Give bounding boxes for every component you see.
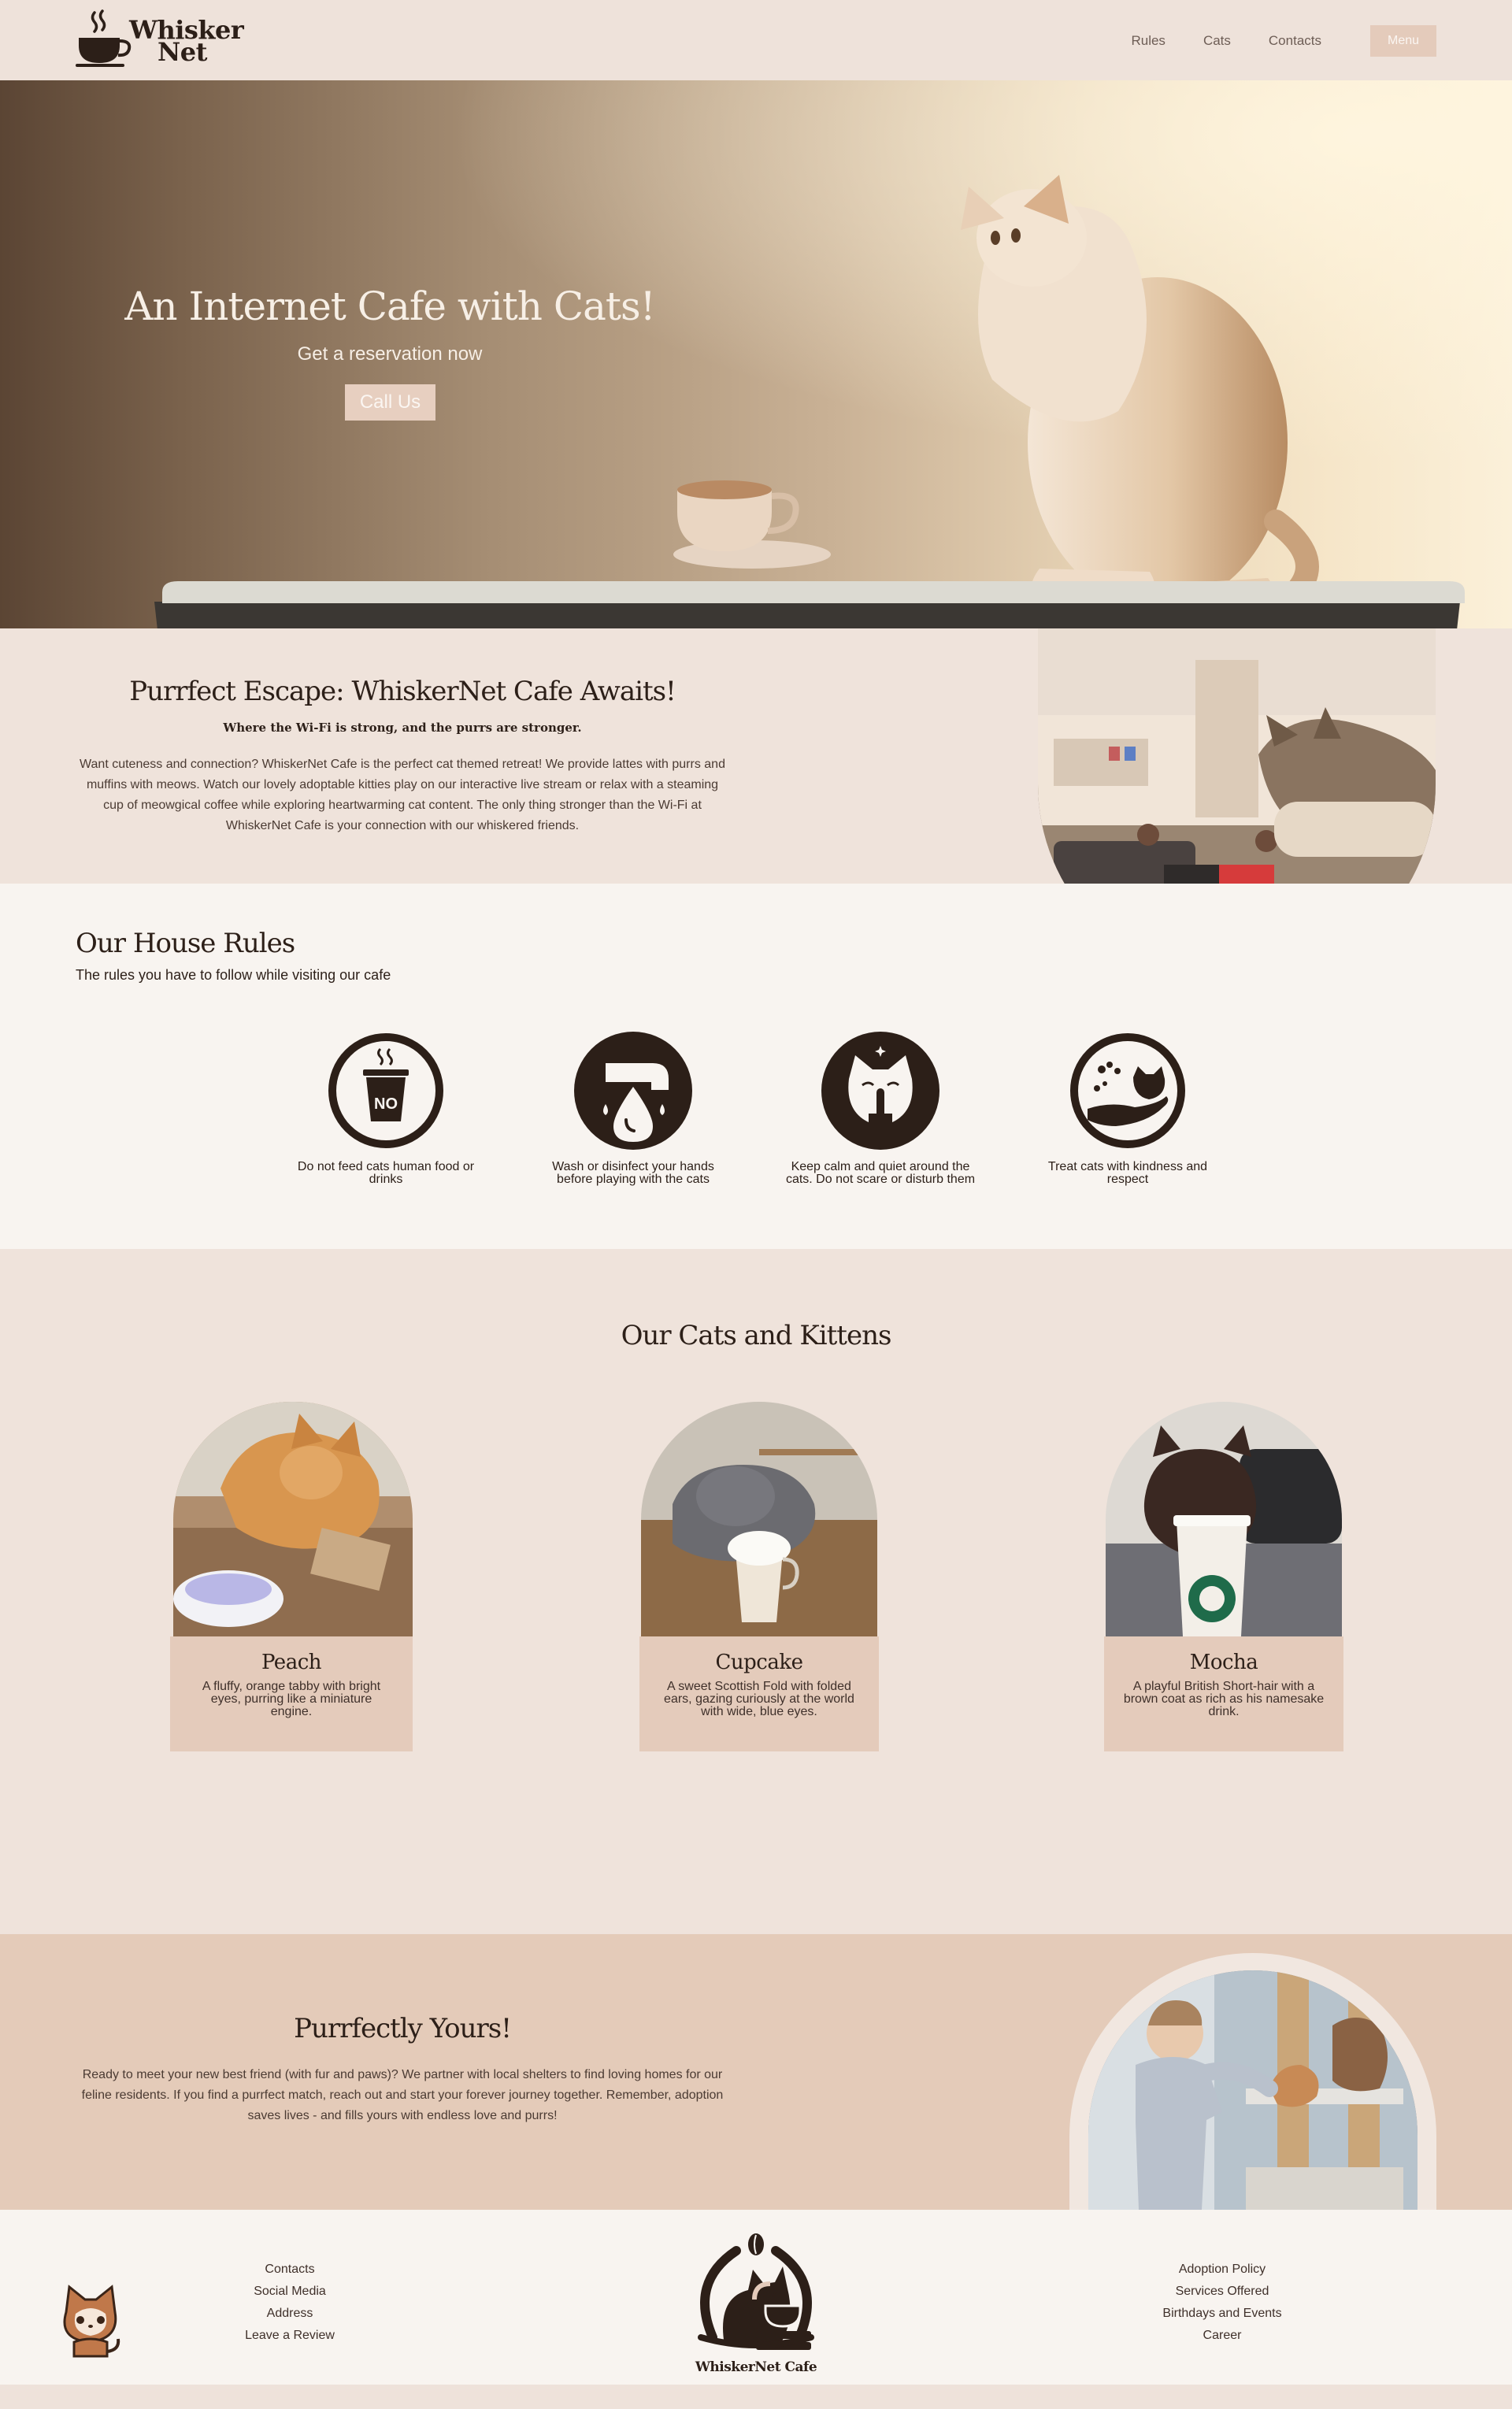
cat-photo [641,1402,877,1636]
rule-item: Wash or disinfect your hands before play… [531,1032,736,1186]
footer-link-birthdays-events[interactable]: Birthdays and Events [1143,2303,1301,2325]
rules-title: Our House Rules [76,928,295,959]
cat-name: Mocha [1189,1651,1258,1674]
main-nav: Rules Cats Contacts Menu [1093,25,1436,57]
adoption-text: Ready to meet your new best friend (with… [81,2068,724,2122]
footer-link-social-media[interactable]: Social Media [236,2281,343,2303]
menu-button[interactable]: Menu [1370,25,1436,57]
footer-link-contacts[interactable]: Contacts [236,2259,343,2281]
rule-item: Treat cats with kindness and respect [1025,1032,1230,1186]
site-logo[interactable]: Whisker Net [74,6,244,69]
about-title: Purrfect Escape: WhiskerNet Cafe Awaits! [129,676,676,707]
rules-section: Our House Rules The rules you have to fo… [0,884,1512,1249]
adoption-section: Purrfectly Yours! Ready to meet your new… [0,1934,1512,2210]
footer-links-left: Contacts Social Media Address Leave a Re… [236,2259,343,2347]
hero-subtitle: Get a reservation now [297,343,483,365]
kind-hand-cat-icon [1070,1033,1185,1148]
no-label: NO [374,1095,398,1113]
cat-name: Peach [261,1651,322,1674]
cats-section: Our Cats and Kittens Peach A fluffy, ora… [0,1249,1512,1934]
coffee-cup-logo-icon [76,9,132,67]
cats-title: Our Cats and Kittens [621,1320,892,1351]
rule-item: NO Do not feed cats human food or drinks [284,1032,488,1186]
rule-item: Keep calm and quiet around the cats. Do … [778,1032,983,1186]
cat-info: Cupcake A sweet Scottish Fold with folde… [639,1636,879,1751]
rule-text: Keep calm and quiet around the cats. Do … [785,1160,976,1186]
footer-link-leave-review[interactable]: Leave a Review [236,2325,343,2347]
cat-mascot-icon [63,2285,120,2358]
quiet-cat-icon [821,1032,939,1150]
cat-description: A sweet Scottish Fold with folded ears, … [664,1680,854,1718]
about-text: Want cuteness and connection? WhiskerNet… [80,758,725,832]
cat-photo [173,1402,413,1636]
footer-link-career[interactable]: Career [1143,2325,1301,2347]
site-footer: Contacts Social Media Address Leave a Re… [0,2210,1512,2385]
rule-text: Do not feed cats human food or drinks [297,1160,475,1186]
nav-link-rules[interactable]: Rules [1131,33,1165,49]
child-with-cats-photo [1088,1970,1418,2210]
adoption-title: Purrfectly Yours! [294,2013,512,2044]
rules-subtitle: The rules you have to follow while visit… [76,967,391,983]
nav-link-contacts[interactable]: Contacts [1269,33,1321,49]
cat-description: A fluffy, orange tabby with bright eyes,… [202,1680,381,1718]
call-us-button[interactable]: Call Us [345,384,435,421]
site-header: Whisker Net Rules Cats Contacts Menu [0,0,1512,80]
footer-logo: WhiskerNet Cafe [677,2227,835,2377]
wash-hands-icon [574,1032,692,1150]
about-tagline: Where the Wi-Fi is strong, and the purrs… [223,721,582,735]
footer-link-services[interactable]: Services Offered [1143,2281,1301,2303]
no-food-cup-icon: NO [328,1033,443,1148]
cat-description: A playful British Short-hair with a brow… [1123,1680,1325,1718]
cat-info: Peach A fluffy, orange tabby with bright… [170,1636,413,1751]
adoption-photo-frame [1069,1953,1436,2210]
nav-link-cats[interactable]: Cats [1203,33,1231,49]
rule-text: Treat cats with kindness and respect [1047,1160,1208,1186]
footer-logo-text: WhiskerNet Cafe [695,2359,817,2375]
footer-link-address[interactable]: Address [236,2303,343,2325]
cat-name: Cupcake [715,1651,804,1674]
hero-section: An Internet Cafe with Cats! Get a reserv… [0,80,1512,628]
cat-cafe-logo-icon [698,2233,814,2350]
cat-photo [1106,1402,1342,1636]
rule-text: Wash or disinfect your hands before play… [552,1160,714,1186]
footer-link-adoption-policy[interactable]: Adoption Policy [1143,2259,1301,2281]
hero-title: An Internet Cafe with Cats! [124,284,655,329]
footer-links-right: Adoption Policy Services Offered Birthda… [1143,2259,1301,2347]
logo-wordmark: Whisker Net [129,17,244,65]
cat-info: Mocha A playful British Short-hair with … [1104,1636,1343,1751]
